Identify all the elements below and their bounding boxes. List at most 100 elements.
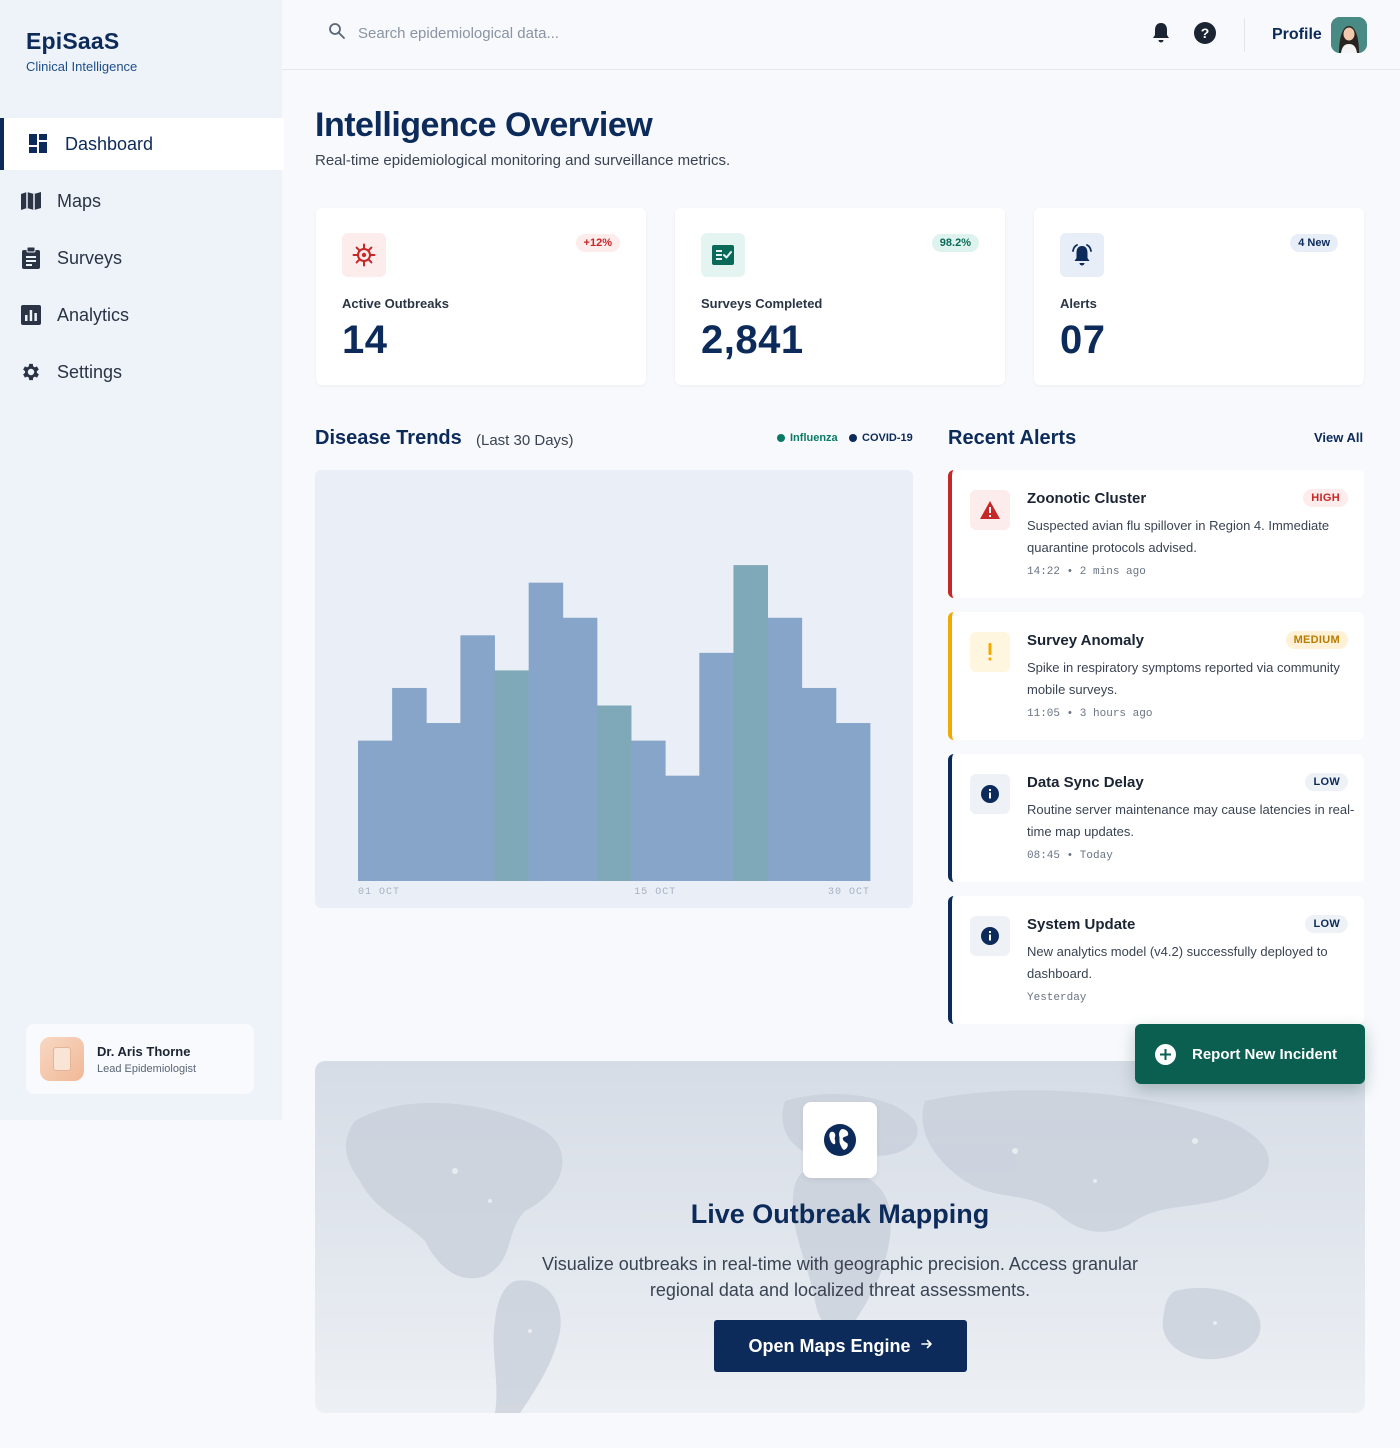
sidebar-item-settings[interactable]: Settings [0,346,284,398]
alert-description: New analytics model (v4.2) successfully … [1027,944,1328,981]
sidebar-item-label: Surveys [57,247,123,268]
sidebar-item-maps[interactable]: Maps [0,175,284,227]
chart-bar [596,705,632,881]
chart-bar [699,652,734,881]
alert-title: Data Sync Delay [1027,774,1144,791]
plus-icon [1155,1043,1176,1065]
stat-value: 14 [342,318,388,362]
search-bar [328,22,678,45]
legend-label: Influenza [790,432,838,444]
user-card[interactable]: Dr. Aris Thorne Lead Epidemiologist [26,1024,254,1094]
sidebar: EpiSaaS Clinical Intelligence Dashboard … [0,0,284,1120]
chart-bar [733,565,768,881]
open-maps-engine-button[interactable]: Open Maps Engine [714,1320,967,1372]
map-banner-description: Visualize outbreaks in real-time with ge… [542,1254,1138,1300]
dashboard-icon [28,133,50,155]
recent-alerts-title: Recent Alerts [948,427,1077,449]
map-icon [20,190,42,212]
alert-card-data-sync-delay[interactable]: Data Sync Delay LOW Routine server maint… [948,754,1364,882]
user-info: Dr. Aris Thorne Lead Epidemiologist [97,1044,196,1075]
help-icon[interactable]: ? [1192,20,1218,46]
sidebar-item-dashboard[interactable]: Dashboard [0,118,284,170]
chart-bar [494,670,530,881]
alert-timestamp: 14:22 • 2 mins ago [1027,566,1146,578]
chart-bar [767,617,803,881]
severity-badge: HIGH [1303,489,1348,507]
stat-label: Alerts [1060,296,1097,311]
chart-bar [358,740,393,881]
arrow-right-icon [920,1337,933,1355]
virus-icon [342,233,386,277]
search-input[interactable] [358,25,678,42]
stat-label: Surveys Completed [701,296,823,311]
disease-trends-title: Disease Trends [315,427,462,449]
exclamation-icon [970,632,1010,672]
chart-range: (Last 30 Days) [476,432,574,449]
page-subtitle: Real-time epidemiological monitoring and… [315,152,731,169]
bell-icon [1060,233,1104,277]
sidebar-item-label: Settings [57,361,123,382]
view-all-link[interactable]: View All [1314,430,1363,445]
chart-bar [835,723,871,881]
stat-label: Active Outbreaks [342,296,449,311]
user-name: Dr. Aris Thorne [97,1043,191,1059]
alert-card-system-update[interactable]: System Update LOW New analytics model (v… [948,896,1364,1024]
globe-icon [803,1102,877,1178]
severity-badge: MEDIUM [1285,631,1348,649]
user-role: Lead Epidemiologist [97,1062,197,1075]
brand[interactable]: EpiSaaS Clinical Intelligence [26,28,137,74]
legend-item-influenza: Influenza [777,432,838,444]
brand-subtitle: Clinical Intelligence [26,59,138,74]
stat-value: 2,841 [701,318,804,362]
chart-bar [562,617,598,881]
gear-icon [20,361,42,383]
sidebar-item-label: Maps [57,190,102,211]
map-button-label: Open Maps Engine [748,1335,911,1356]
legend-item-covid: COVID-19 [849,432,913,444]
sidebar-item-surveys[interactable]: Surveys [0,232,284,284]
x-tick-label: 15 OCT [634,887,676,898]
profile-menu[interactable]: Profile [1272,17,1367,53]
page-title: Intelligence Overview [315,106,653,144]
alert-card-survey-anomaly[interactable]: Survey Anomaly MEDIUM Spike in respirato… [948,612,1364,740]
legend-dot [849,434,857,442]
alert-description: Suspected avian flu spillover in Region … [1027,518,1330,555]
brand-name: EpiSaaS [26,28,120,54]
stat-value: 07 [1060,318,1106,362]
stat-badge: 4 New [1290,234,1338,252]
chart-bar [631,740,666,881]
alert-title: System Update [1027,916,1136,933]
alert-title: Zoonotic Cluster [1027,490,1147,507]
stat-badge: 98.2% [931,234,979,252]
chart-bar [460,635,495,881]
stat-card-active-outbreaks[interactable]: +12% Active Outbreaks 14 [316,208,646,385]
x-tick-label: 01 OCT [358,887,400,898]
alert-timestamp: 08:45 • Today [1027,850,1113,862]
stat-card-alerts[interactable]: 4 New Alerts 07 [1034,208,1364,385]
report-button-label: Report New Incident [1192,1045,1338,1063]
chart-bar [528,582,564,881]
chart-bar [392,687,427,881]
notification-bell-icon[interactable] [1148,20,1174,46]
severity-badge: LOW [1305,773,1348,791]
info-icon [970,916,1010,956]
sidebar-item-analytics[interactable]: Analytics [0,289,284,341]
alert-timestamp: Yesterday [1027,992,1087,1004]
avatar [40,1037,84,1081]
chart-bar [665,775,700,881]
checklist-icon [701,233,745,277]
report-new-incident-button[interactable]: Report New Incident [1135,1024,1365,1084]
live-outbreak-mapping-banner: Live Outbreak Mapping Visualize outbreak… [315,1061,1365,1413]
stat-card-surveys-completed[interactable]: 98.2% Surveys Completed 2,841 [675,208,1005,385]
topbar-divider [1244,18,1245,52]
alert-card-zoonotic-cluster[interactable]: Zoonotic Cluster HIGH Suspected avian fl… [948,470,1364,598]
map-banner-title: Live Outbreak Mapping [690,1199,990,1229]
alert-description: Spike in respiratory symptoms reported v… [1027,660,1340,697]
disease-trends-chart: 01 OCT 15 OCT 30 OCT [315,470,913,908]
profile-avatar [1330,17,1367,53]
legend-label: COVID-19 [862,432,913,444]
x-tick-label: 30 OCT [828,887,870,898]
top-bar: ? Profile [282,0,1400,70]
bar-chart: 01 OCT 15 OCT 30 OCT [358,565,871,898]
search-icon [328,22,346,45]
